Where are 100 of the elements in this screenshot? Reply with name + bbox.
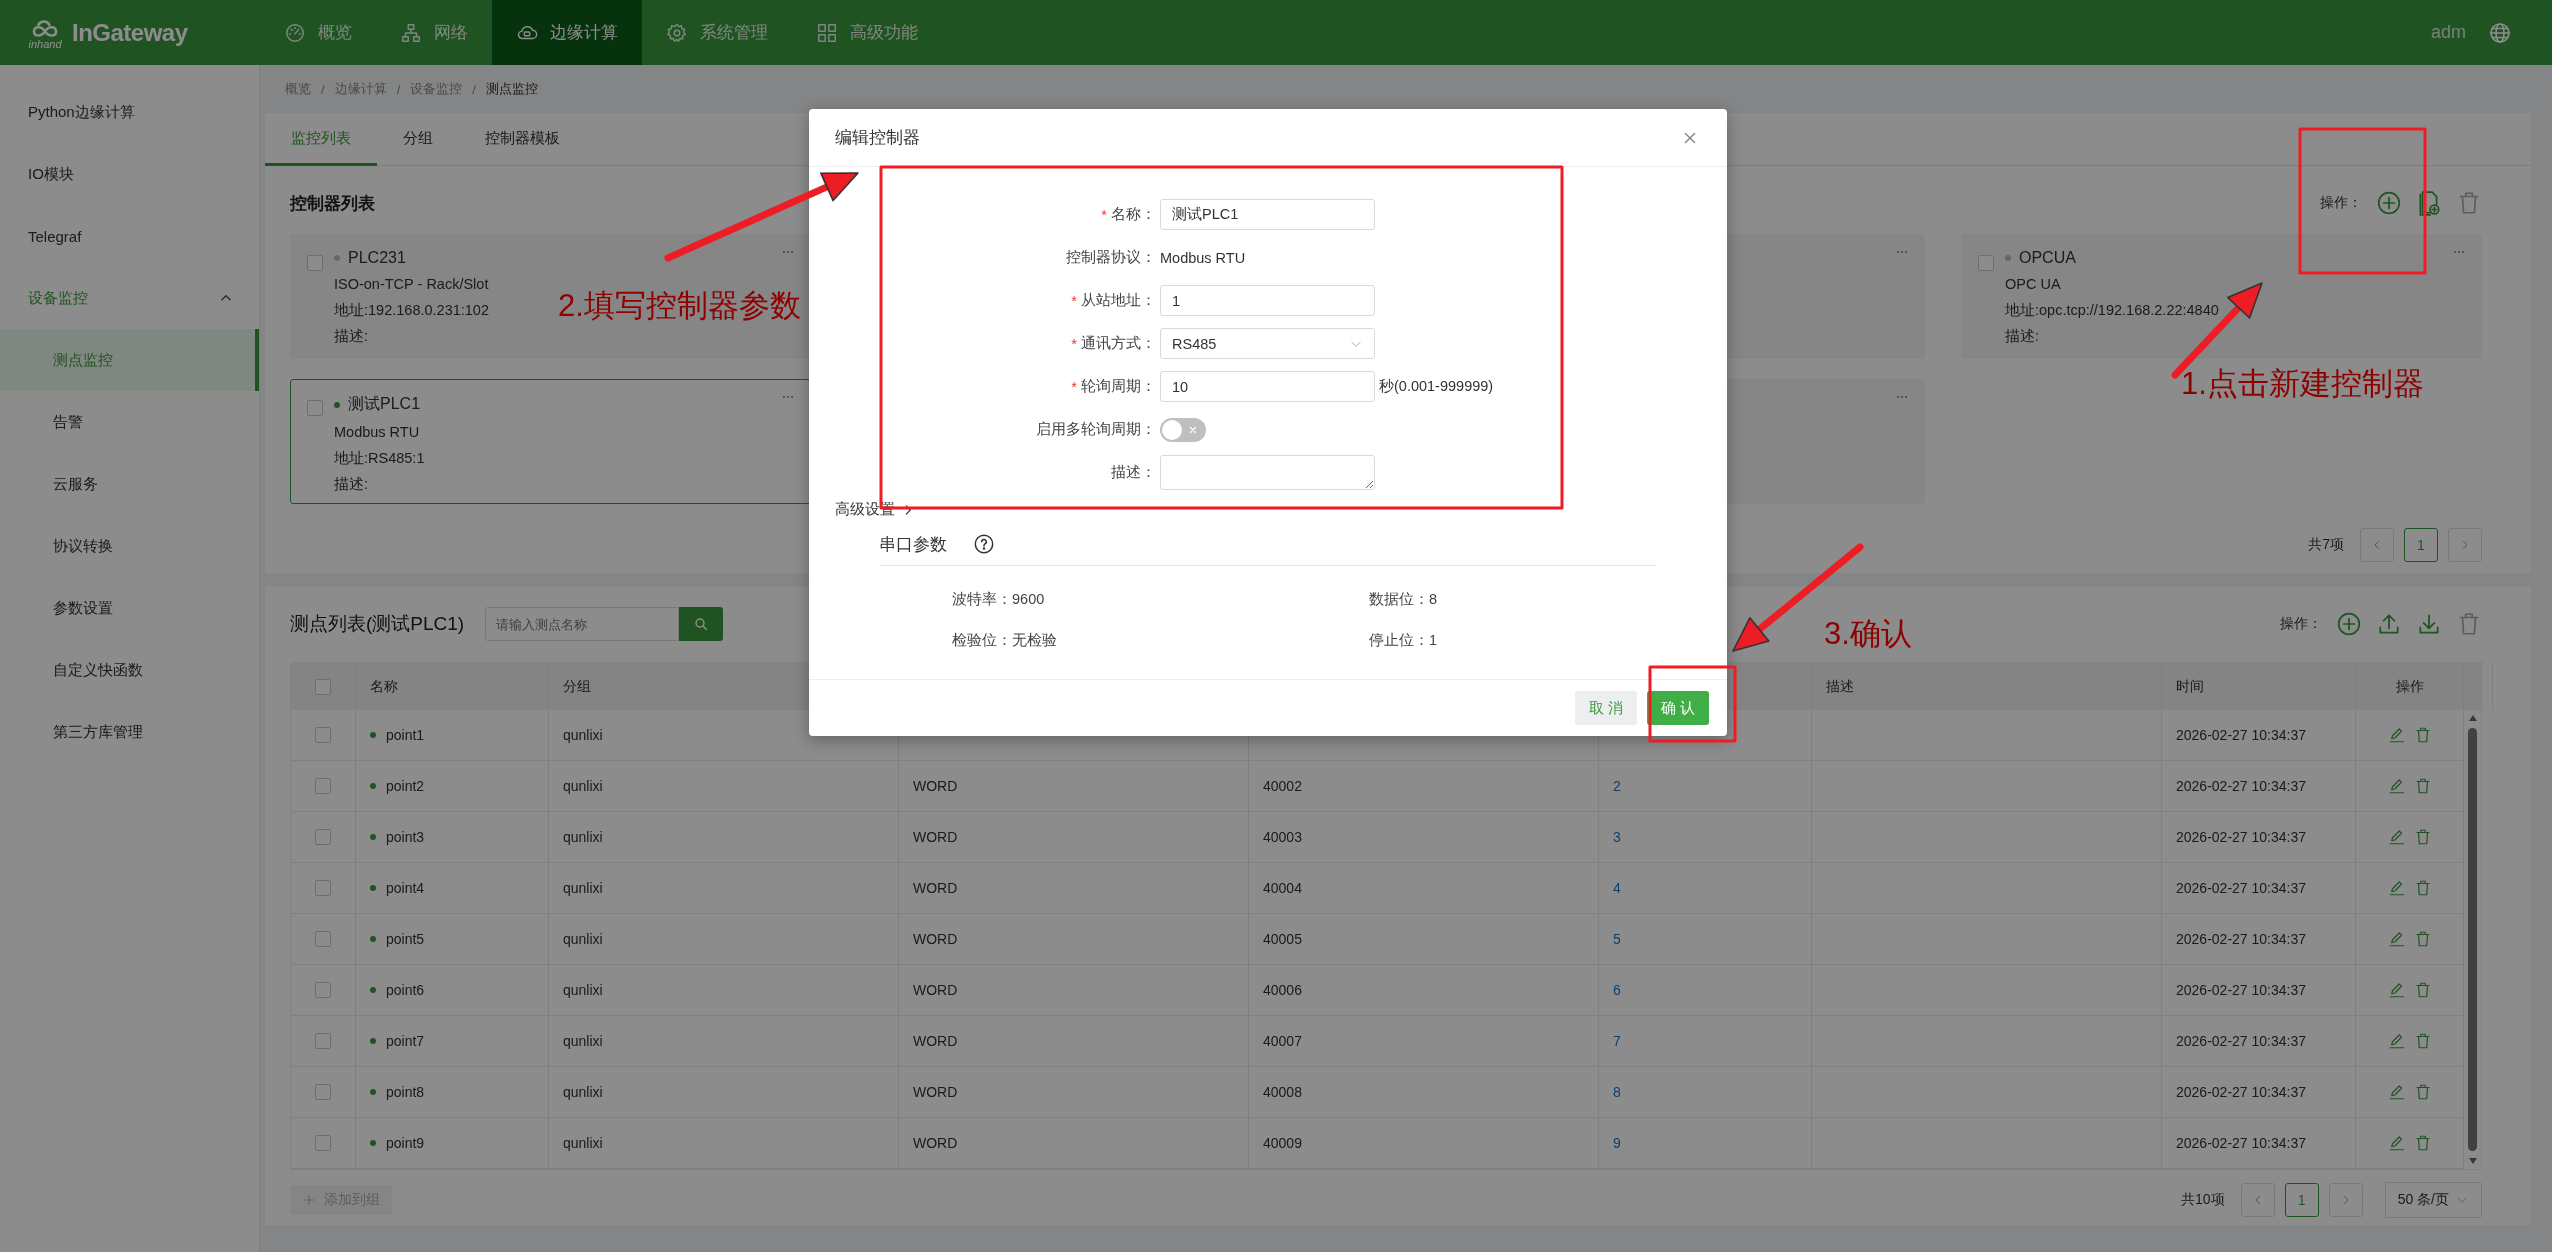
nav-tab[interactable]: 高级功能: [792, 0, 942, 65]
value-link[interactable]: 6: [1613, 982, 1621, 998]
value-link[interactable]: 3: [1613, 829, 1621, 845]
tab[interactable]: 分组: [377, 113, 459, 166]
edit-icon[interactable]: [2387, 1134, 2406, 1152]
sidebar-item[interactable]: 自定义快函数: [0, 639, 259, 701]
row-checkbox[interactable]: [315, 829, 331, 845]
edit-icon[interactable]: [2387, 981, 2406, 999]
controller-address: 地址:opc.tcp://192.168.2.22:4840: [2005, 301, 2219, 320]
value-link[interactable]: 4: [1613, 880, 1621, 896]
text-area[interactable]: [1160, 455, 1375, 490]
delete-icon[interactable]: [2413, 1083, 2432, 1101]
page-button[interactable]: 1: [2284, 1183, 2319, 1217]
value-link[interactable]: 5: [1613, 931, 1621, 947]
delete-icon[interactable]: [2413, 1134, 2432, 1152]
sidebar-item[interactable]: IO模块: [0, 143, 259, 205]
table-cell: WORD: [913, 1135, 958, 1151]
edit-icon[interactable]: [2387, 930, 2406, 948]
table-cell: 2026-02-27 10:34:37: [2176, 829, 2306, 845]
input-field[interactable]: 1: [1160, 285, 1375, 316]
scroll-up-icon[interactable]: [2467, 714, 2478, 722]
row-checkbox[interactable]: [315, 931, 331, 947]
checkbox[interactable]: [307, 400, 323, 416]
value-link[interactable]: 9: [1613, 1135, 1621, 1151]
file-add-icon[interactable]: [2416, 190, 2442, 216]
search-field[interactable]: 请输入测点名称: [485, 607, 679, 641]
language-icon[interactable]: [2488, 20, 2512, 45]
value-link[interactable]: 2: [1613, 778, 1621, 794]
sidebar-item[interactable]: 参数设置: [0, 577, 259, 639]
cancel-button[interactable]: 取 消: [1574, 691, 1637, 725]
edit-icon[interactable]: [2387, 879, 2406, 897]
edit-icon[interactable]: [2387, 1083, 2406, 1101]
actions-label: 操作：: [2320, 194, 2362, 212]
point-name: point5: [386, 931, 425, 947]
input-field[interactable]: 10: [1160, 371, 1375, 402]
controller-card[interactable]: 测试PLC1 Modbus RTU 地址:RS485:1 描述:: [290, 379, 811, 504]
add-icon[interactable]: [2376, 190, 2402, 216]
nav-tab[interactable]: 系统管理: [642, 0, 792, 65]
scroll-down-icon[interactable]: [2467, 1157, 2478, 1165]
delete-icon[interactable]: [2413, 777, 2432, 795]
input-field[interactable]: 测试PLC1: [1160, 199, 1375, 230]
table-cell: 2026-02-27 10:34:37: [2176, 880, 2306, 896]
delete-icon[interactable]: [2413, 879, 2432, 897]
row-checkbox[interactable]: [315, 778, 331, 794]
nav-tab[interactable]: 边缘计算: [492, 0, 642, 65]
field-label: 控制器协议：: [1066, 248, 1156, 267]
row-checkbox[interactable]: [315, 1135, 331, 1151]
select-all-checkbox[interactable]: [315, 678, 331, 695]
user-name[interactable]: adm: [2431, 22, 2466, 43]
search-button[interactable]: [679, 607, 723, 641]
delete-icon[interactable]: [2413, 981, 2432, 999]
help-icon[interactable]: [973, 533, 995, 555]
table-cell: WORD: [913, 829, 958, 845]
tab[interactable]: 控制器模板: [459, 113, 586, 166]
search-icon: [693, 616, 709, 632]
point-name: point1: [386, 727, 425, 743]
sidebar-item[interactable]: Telegraf: [0, 205, 259, 267]
table-cell: 40009: [1263, 1135, 1302, 1151]
tab[interactable]: 监控列表: [265, 113, 377, 166]
edit-icon[interactable]: [2387, 828, 2406, 846]
add-icon[interactable]: [2336, 611, 2362, 637]
checkbox[interactable]: [307, 255, 323, 271]
delete-icon[interactable]: [2413, 1032, 2432, 1050]
controller-card[interactable]: OPCUA OPC UA 地址:opc.tcp://192.168.2.22:4840 描述:: [1961, 234, 2482, 359]
nav-tab[interactable]: 概览: [260, 0, 376, 65]
point-name: point6: [386, 982, 425, 998]
row-checkbox[interactable]: [315, 727, 331, 743]
delete-icon[interactable]: [2413, 930, 2432, 948]
toggle-switch[interactable]: [1160, 417, 1206, 442]
edit-icon[interactable]: [2387, 777, 2406, 795]
row-checkbox[interactable]: [315, 982, 331, 998]
edit-icon[interactable]: [2387, 1032, 2406, 1050]
delete-icon[interactable]: [2413, 726, 2432, 744]
confirm-button[interactable]: 确 认: [1646, 691, 1709, 725]
table-cell: 2026-02-27 10:34:37: [2176, 727, 2306, 743]
sidebar-item[interactable]: 协议转换: [0, 515, 259, 577]
value-link[interactable]: 8: [1613, 1084, 1621, 1100]
column-header: 操作: [2356, 663, 2464, 710]
page-button[interactable]: 1: [2404, 528, 2438, 562]
page-size-select[interactable]: 50 条/页: [2384, 1182, 2482, 1218]
sidebar-item[interactable]: 云服务: [0, 453, 259, 515]
checkbox[interactable]: [1978, 255, 1994, 271]
value-link[interactable]: 7: [1613, 1033, 1621, 1049]
table-cell: 2026-02-27 10:34:37: [2176, 1084, 2306, 1100]
sidebar-item[interactable]: 设备监控: [0, 267, 259, 329]
sidebar-item[interactable]: 告警: [0, 391, 259, 453]
sidebar-item[interactable]: Python边缘计算: [0, 81, 259, 143]
row-checkbox[interactable]: [315, 880, 331, 896]
table-cell: 40002: [1263, 778, 1302, 794]
sidebar-item[interactable]: 第三方库管理: [0, 701, 259, 763]
settings-icon: [666, 21, 688, 44]
sidebar-item[interactable]: 测点监控: [0, 329, 259, 391]
delete-icon[interactable]: [2413, 828, 2432, 846]
edit-icon[interactable]: [2387, 726, 2406, 744]
select-field[interactable]: RS485: [1160, 328, 1375, 359]
table-cell: WORD: [913, 1084, 958, 1100]
row-checkbox[interactable]: [315, 1033, 331, 1049]
annotation-text: 1.点击新建控制器: [2181, 366, 2424, 402]
row-checkbox[interactable]: [315, 1084, 331, 1100]
nav-tab[interactable]: 网络: [376, 0, 492, 65]
